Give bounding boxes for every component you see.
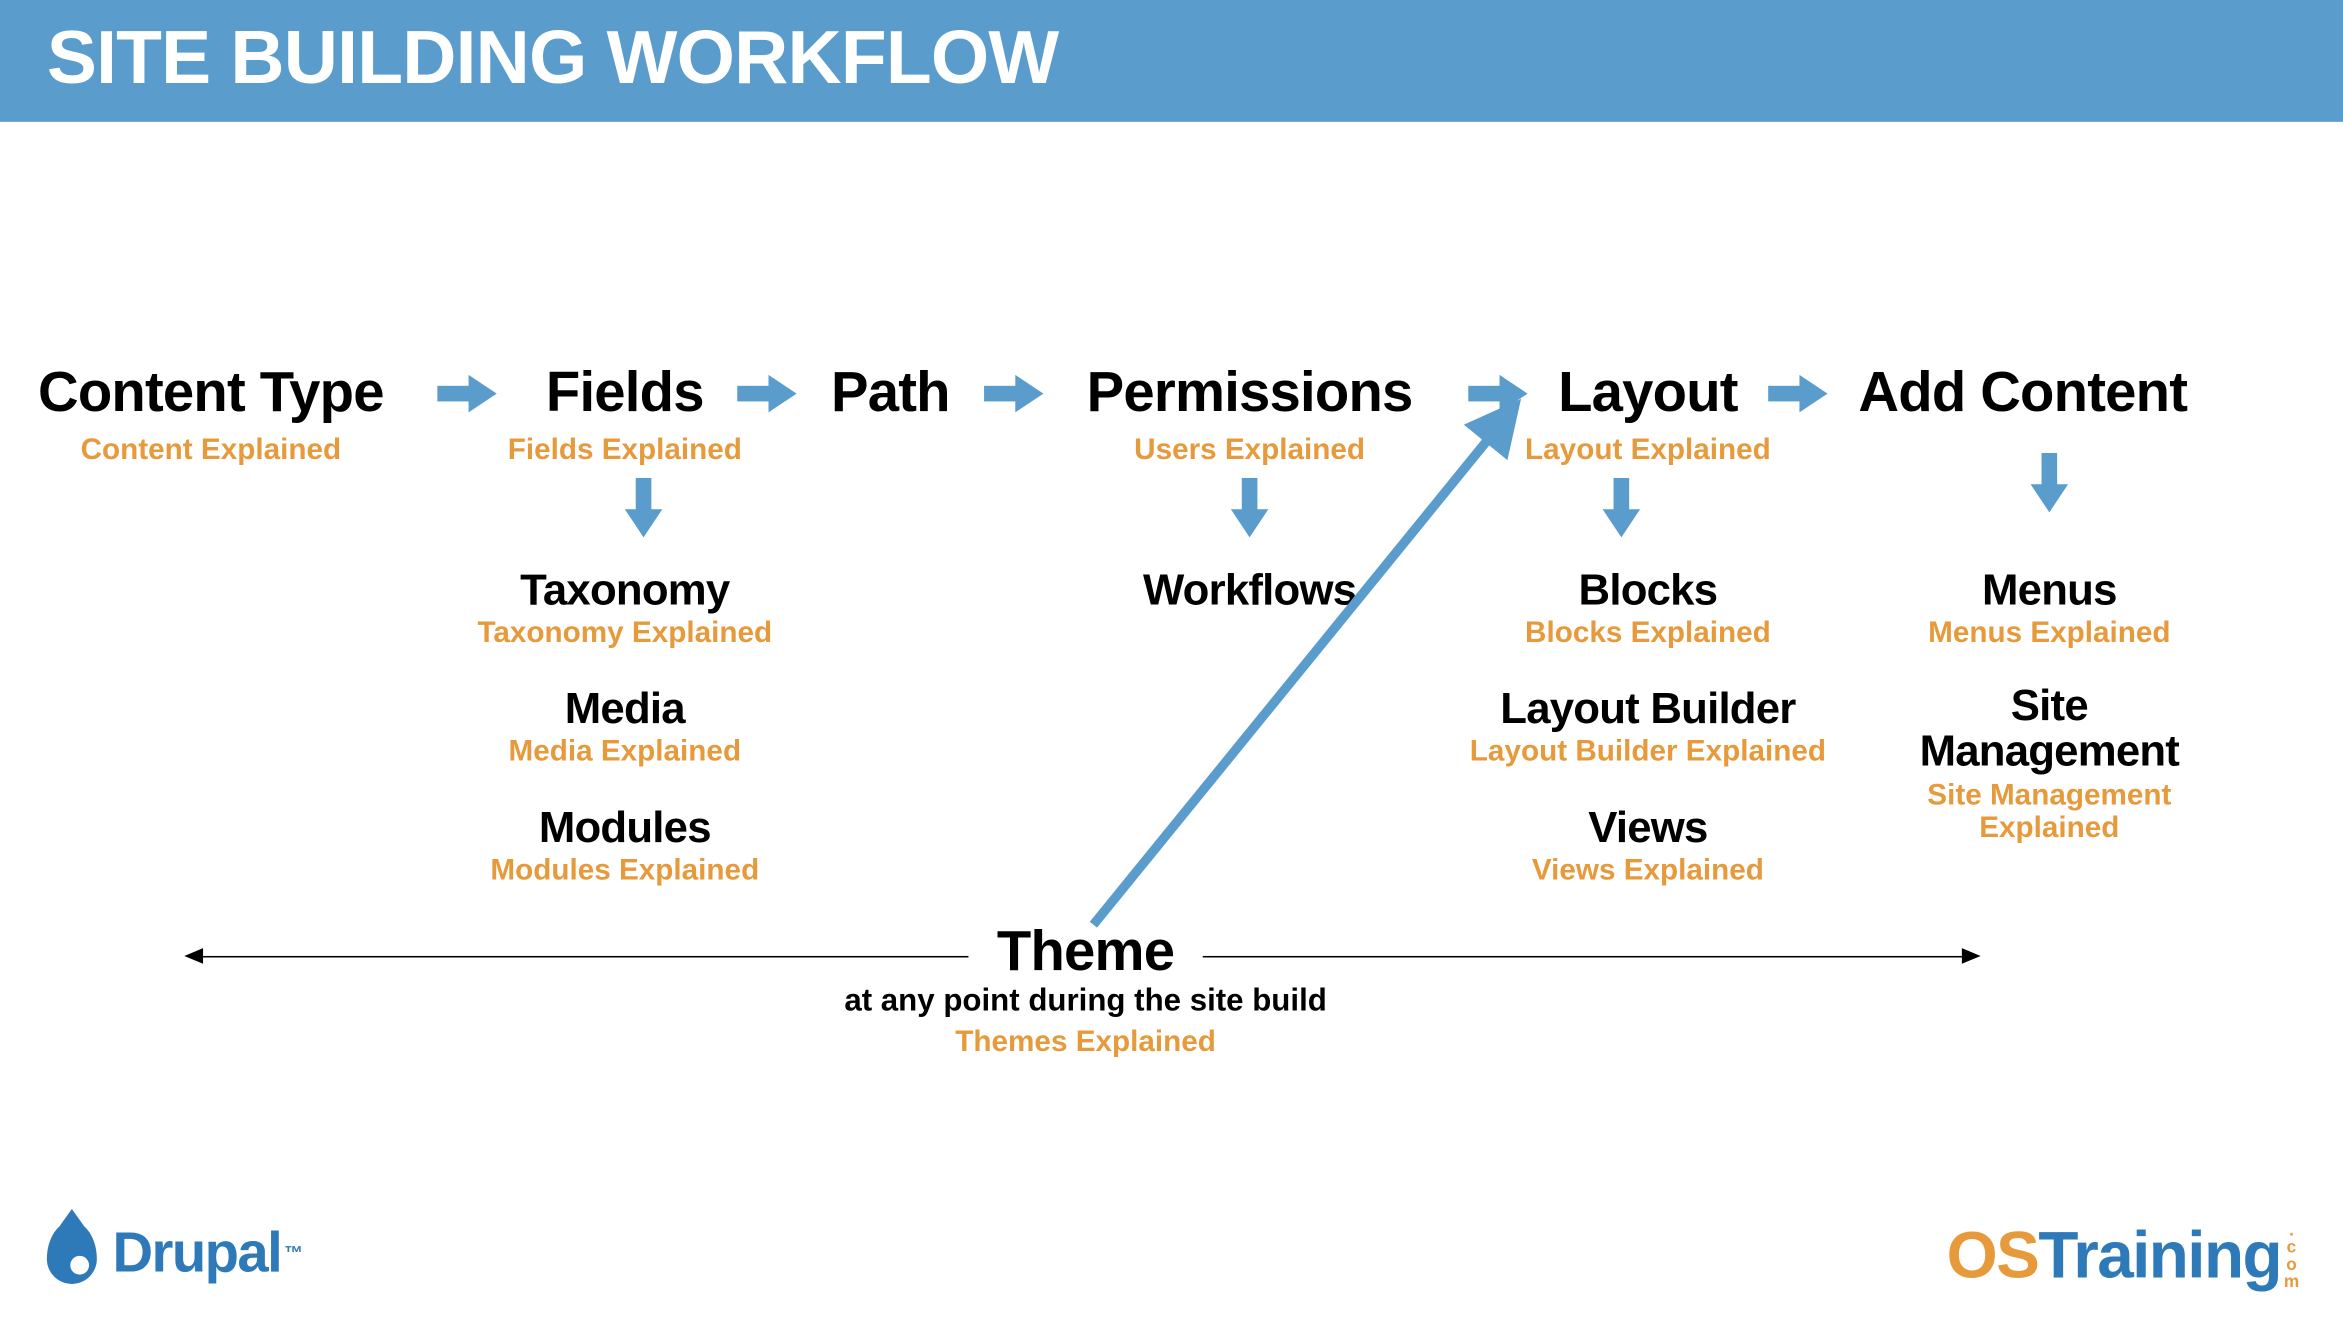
workflows-label: Workflows — [1143, 565, 1356, 615]
step-fields-sub: Fields Explained — [508, 434, 742, 468]
ost-com: .com — [2284, 1221, 2296, 1290]
arrow-down-fields — [629, 478, 657, 540]
theme-line-arrowhead-right — [1962, 948, 1981, 964]
modules-label: Modules — [539, 803, 711, 853]
drupal-logo: Drupal ™ — [47, 1220, 303, 1286]
drupal-tm: ™ — [284, 1242, 303, 1264]
step-path: Path — [831, 359, 950, 425]
menus-sub: Menus Explained — [1928, 617, 2170, 651]
step-content-type: Content Type — [38, 359, 384, 425]
ost-os: OS — [1947, 1218, 2039, 1293]
theme-note: at any point during the site build — [844, 984, 1326, 1020]
step-layout-sub: Layout Explained — [1525, 434, 1771, 468]
arrow-down-permissions — [1236, 478, 1264, 540]
layout-builder-label: Layout Builder — [1500, 684, 1795, 734]
step-add-content: Add Content — [1858, 359, 2187, 425]
title-bar: SITE BUILDING WORKFLOW — [0, 0, 2343, 122]
views-sub: Views Explained — [1532, 854, 1764, 888]
arrow-down-add-content — [2035, 453, 2063, 515]
blocks-label: Blocks — [1579, 565, 1718, 615]
slide: SITE BUILDING WORKFLOW Content Type Cont… — [0, 0, 2343, 1317]
views-label: Views — [1588, 803, 1707, 853]
ostraining-logo: OSTraining .com — [1947, 1218, 2296, 1293]
taxonomy-sub: Taxonomy Explained — [477, 617, 772, 651]
media-sub: Media Explained — [509, 736, 742, 770]
taxonomy-label: Taxonomy — [520, 565, 729, 615]
media-label: Media — [565, 684, 685, 734]
blocks-sub: Blocks Explained — [1525, 617, 1771, 651]
ost-training: Training — [2038, 1218, 2281, 1293]
step-permissions: Permissions — [1087, 359, 1413, 425]
step-permissions-sub: Users Explained — [1134, 434, 1365, 468]
drupal-drop-icon — [47, 1221, 97, 1283]
arrow-right-1 — [437, 380, 499, 408]
layout-builder-sub: Layout Builder Explained — [1470, 736, 1826, 770]
site-management-label: SiteManagement — [1878, 683, 2222, 775]
step-layout: Layout — [1558, 359, 1738, 425]
arrow-right-3 — [984, 380, 1046, 408]
arrow-right-2 — [737, 380, 799, 408]
arrow-down-layout — [1607, 478, 1635, 540]
theme-label: Theme — [997, 918, 1174, 984]
theme-line-arrowhead-left — [184, 948, 203, 964]
step-fields: Fields — [546, 359, 704, 425]
arrow-right-4 — [1468, 380, 1530, 408]
theme-to-layout-arrow — [0, 0, 2343, 1317]
theme-line-left — [203, 956, 968, 958]
site-management-sub: Site Management Explained — [1878, 781, 2222, 846]
drupal-text: Drupal — [112, 1220, 281, 1286]
modules-sub: Modules Explained — [490, 854, 759, 888]
menus-label: Menus — [1982, 565, 2117, 615]
arrow-right-5 — [1768, 380, 1830, 408]
theme-line-right — [1203, 956, 1962, 958]
slide-title: SITE BUILDING WORKFLOW — [47, 17, 1059, 100]
theme-sub: Themes Explained — [955, 1026, 1216, 1060]
step-content-type-sub: Content Explained — [81, 434, 342, 468]
